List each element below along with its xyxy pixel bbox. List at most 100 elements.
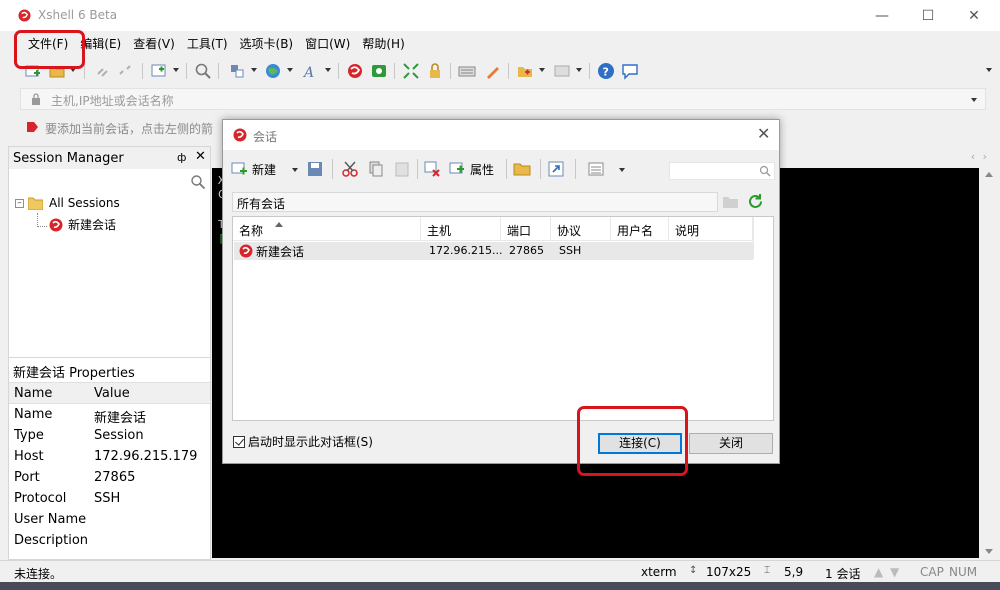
connect-icon[interactable] [94, 62, 112, 80]
layout-dropdown-icon[interactable] [576, 68, 582, 72]
cursor-icon: ⌶ [764, 565, 770, 576]
size-icon: ↕ [689, 565, 698, 576]
menu-bar: 文件(F) 编辑(E) 查看(V) 工具(T) 选项卡(B) 窗口(W) 帮助(… [0, 31, 1000, 57]
connect-button[interactable]: 连接(C) [598, 433, 682, 454]
menu-view[interactable]: 查看(V) [127, 31, 181, 57]
help-icon[interactable]: ? [597, 62, 615, 80]
fullscreen-icon[interactable] [402, 62, 420, 80]
address-dropdown-icon[interactable] [971, 98, 977, 102]
xftp-icon[interactable] [370, 62, 388, 80]
address-lock-icon [32, 93, 40, 105]
transfer-dropdown-icon[interactable] [251, 68, 257, 72]
down-arrow-icon[interactable]: ▼ [890, 565, 899, 579]
col-description[interactable]: 说明 [669, 217, 753, 241]
address-bar[interactable]: 主机,IP地址或会话名称 [20, 88, 986, 110]
properties-col-name[interactable]: Name [14, 386, 52, 401]
bookmark-arrow-icon[interactable] [26, 121, 39, 134]
menu-tabs[interactable]: 选项卡(B) [234, 31, 300, 57]
col-host[interactable]: 主机 [421, 217, 501, 241]
dialog-close-icon[interactable]: ✕ [757, 124, 770, 143]
col-username[interactable]: 用户名 [611, 217, 669, 241]
refresh-icon[interactable] [747, 193, 764, 210]
cut-icon[interactable] [341, 160, 359, 178]
layout-icon[interactable] [553, 62, 571, 80]
row-host: 172.96.215... [429, 244, 503, 257]
up-arrow-icon[interactable]: ▲ [874, 565, 883, 579]
close-window-button[interactable]: ✕ [951, 0, 997, 31]
new-tab-icon[interactable] [516, 62, 534, 80]
new-session-button[interactable]: 新建 [231, 160, 276, 178]
folder-icon[interactable] [513, 160, 531, 178]
caps-indicator: CAP [920, 565, 944, 579]
col-protocol[interactable]: 协议 [551, 217, 611, 241]
pen-icon[interactable] [484, 62, 502, 80]
menu-file[interactable]: 文件(F) [22, 31, 74, 57]
close-button[interactable]: 关闭 [689, 433, 773, 454]
toolbar-overflow-icon[interactable] [986, 68, 992, 72]
num-indicator: NUM [949, 565, 978, 579]
paste-icon[interactable] [393, 160, 411, 178]
transfer-icon[interactable] [228, 62, 246, 80]
terminal-size: 107x25 [706, 565, 752, 579]
maximize-button[interactable]: ☐ [905, 0, 951, 31]
view-icon[interactable] [587, 160, 605, 178]
open-dropdown-icon[interactable] [70, 68, 76, 72]
properties-dropdown-icon[interactable] [173, 68, 179, 72]
new-tab-dropdown-icon[interactable] [539, 68, 545, 72]
property-row: Description [14, 533, 89, 548]
session-icon [239, 244, 253, 258]
disconnect-icon[interactable] [116, 62, 134, 80]
font-dropdown-icon[interactable] [325, 68, 331, 72]
dialog-search-input[interactable] [669, 162, 775, 180]
menu-edit[interactable]: 编辑(E) [74, 31, 127, 57]
pin-icon[interactable]: ф [177, 151, 186, 164]
tab-nav-arrows[interactable]: ‹ › [971, 150, 989, 163]
terminal-scrollbar[interactable] [980, 168, 997, 558]
open-folder-icon[interactable] [48, 62, 66, 80]
properties-icon [449, 162, 464, 174]
search-icon[interactable] [190, 174, 206, 190]
find-icon[interactable] [194, 62, 212, 80]
collapse-icon[interactable]: – [15, 198, 24, 208]
properties-col-value[interactable]: Value [94, 386, 130, 401]
keyboard-icon[interactable] [458, 62, 476, 80]
scroll-up-icon[interactable] [985, 172, 993, 177]
new-dropdown-icon[interactable] [292, 168, 298, 172]
property-row: User Name [14, 512, 87, 527]
title-bar: Xshell 6 Beta — ☐ ✕ [0, 0, 1000, 31]
font-icon[interactable]: A [302, 62, 320, 80]
open-shortcut-icon[interactable] [547, 160, 565, 178]
show-on-startup-checkbox[interactable]: 启动时显示此对话框(S) [233, 433, 373, 450]
tree-session-label: 新建会话 [68, 218, 117, 232]
tree-item-all-sessions[interactable]: – All Sessions [15, 196, 120, 210]
properties-title: 新建会话 Properties [13, 366, 135, 381]
view-dropdown-icon[interactable] [619, 168, 625, 172]
session-properties-icon[interactable] [150, 62, 168, 80]
menu-tools[interactable]: 工具(T) [181, 31, 234, 57]
path-folder-icon[interactable] [723, 195, 738, 208]
lock-icon[interactable] [426, 62, 444, 80]
session-manager-close-icon[interactable]: ✕ [195, 149, 206, 164]
svg-text:A: A [302, 65, 314, 80]
menu-help[interactable]: 帮助(H) [356, 31, 410, 57]
scroll-down-icon[interactable] [985, 549, 993, 554]
row-protocol: SSH [559, 244, 582, 257]
property-row: Port 27865 [14, 470, 136, 485]
menu-window[interactable]: 窗口(W) [299, 31, 356, 57]
globe-dropdown-icon[interactable] [287, 68, 293, 72]
properties-button[interactable]: 属性 [449, 160, 494, 178]
copy-icon[interactable] [367, 160, 385, 178]
save-icon[interactable] [306, 160, 324, 178]
chat-icon[interactable] [621, 62, 639, 80]
col-port[interactable]: 端口 [501, 217, 551, 241]
delete-icon[interactable] [423, 160, 441, 178]
xshell-icon[interactable] [346, 62, 364, 80]
minimize-button[interactable]: — [859, 0, 905, 31]
globe-icon[interactable] [264, 62, 282, 80]
path-field[interactable]: 所有会话 [232, 192, 718, 212]
col-name[interactable]: 名称 [233, 217, 421, 241]
table-row[interactable]: 新建会话 172.96.215... 27865 SSH [234, 242, 753, 260]
tree-item-session[interactable]: 新建会话 [49, 216, 116, 233]
new-session-icon[interactable] [24, 62, 42, 80]
checkbox-checked[interactable] [233, 435, 245, 448]
